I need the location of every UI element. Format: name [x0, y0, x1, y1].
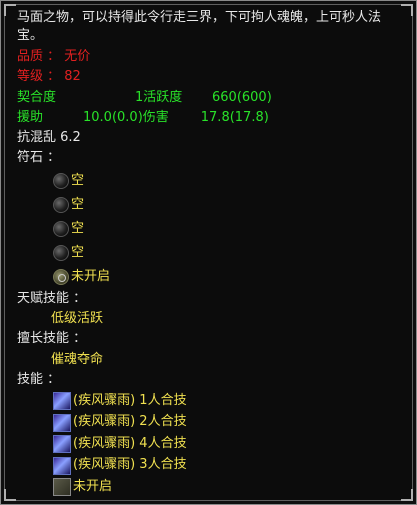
lock-icon	[53, 268, 69, 285]
chaos-resist: 抗混乱 6.2	[17, 130, 81, 146]
skill-name: (疾风骤雨)	[73, 414, 136, 430]
rune-slot[interactable]: 空	[17, 193, 397, 217]
skill-item[interactable]: (疾风骤雨) 3人合技	[17, 455, 397, 477]
skill-icon	[53, 392, 71, 411]
skill-locked-label: 未开启	[73, 478, 113, 494]
affinity-row: 契合度 1活跃度 660(600)	[17, 88, 397, 108]
damage-value: 17.8(17.8)	[200, 109, 269, 125]
rune-slot-label: 空	[71, 196, 85, 212]
skill-name: (疾风骤雨)	[73, 457, 136, 473]
skill-detail: 2人合技	[139, 414, 187, 430]
tooltip-window: 马面之物，可以持得此令行走三界，下可拘人魂魄，上可秒人法宝。 品质 ： 无价 等…	[0, 0, 417, 505]
rune-slot-label: 空	[71, 220, 85, 236]
corner-decoration	[401, 489, 413, 501]
corner-decoration	[4, 489, 16, 501]
skill-name: (疾风骤雨)	[73, 392, 136, 408]
rune-slot[interactable]: 空	[17, 217, 397, 241]
rune-empty-icon	[53, 172, 69, 189]
skill-item[interactable]: (疾风骤雨) 4人合技	[17, 433, 397, 455]
rune-slot-label: 空	[71, 172, 85, 188]
skill-slot-locked: 未开启	[17, 476, 397, 498]
skill-name: (疾风骤雨)	[73, 435, 136, 451]
level-label: 等级 ：	[17, 69, 65, 85]
level-value: 82	[64, 69, 81, 85]
rune-slot[interactable]: 空	[17, 169, 397, 193]
talent-value: 低级活跃	[51, 311, 104, 327]
specialty-header: 擅长技能 ：	[17, 331, 87, 347]
skill-item[interactable]: (疾风骤雨) 2人合技	[17, 412, 397, 434]
aid-label: 援助	[17, 109, 44, 125]
activity-value: 660(600)	[212, 89, 272, 105]
corner-decoration	[4, 4, 16, 16]
rune-header: 符石 ：	[17, 150, 61, 166]
skill-detail: 4人合技	[139, 435, 187, 451]
rune-empty-icon	[53, 196, 69, 213]
corner-decoration	[401, 4, 413, 16]
quality-label: 品质 ：	[17, 49, 65, 64]
specialty-value: 催魂夺命	[51, 351, 104, 367]
skill-detail: 3人合技	[139, 457, 187, 473]
skill-detail: 1人合技	[139, 392, 187, 408]
rune-empty-icon	[53, 244, 69, 261]
affinity-label: 契合度	[17, 89, 57, 105]
aid-row: 援助 10.0(0.0)伤害 17.8(17.8)	[17, 108, 397, 128]
skill-icon	[53, 413, 71, 432]
skill-item[interactable]: (疾风骤雨) 1人合技	[17, 390, 397, 412]
quality-value: 无价	[64, 49, 91, 64]
locked-skill-icon	[53, 478, 71, 497]
aid-value: 10.0(0.0)	[83, 109, 143, 125]
skills-header: 技能 ：	[17, 371, 61, 387]
talent-header: 天赋技能 ：	[17, 290, 87, 306]
activity-label: 1活跃度	[135, 89, 183, 105]
quality-row: 品质 ： 无价	[17, 47, 397, 67]
rune-locked-label: 未开启	[71, 268, 111, 284]
rune-slot-locked: 未开启	[17, 265, 397, 289]
rune-slot-label: 空	[71, 244, 85, 260]
skill-icon	[53, 435, 71, 454]
tooltip-content: 马面之物，可以持得此令行走三界，下可拘人魂魄，上可秒人法宝。 品质 ： 无价 等…	[17, 9, 397, 498]
skill-icon	[53, 456, 71, 475]
damage-label: 伤害	[142, 109, 169, 125]
level-row: 等级 ： 82	[17, 67, 397, 87]
rune-slot[interactable]: 空	[17, 241, 397, 265]
item-description: 马面之物，可以持得此令行走三界，下可拘人魂魄，上可秒人法宝。	[17, 10, 382, 43]
rune-empty-icon	[53, 220, 69, 237]
